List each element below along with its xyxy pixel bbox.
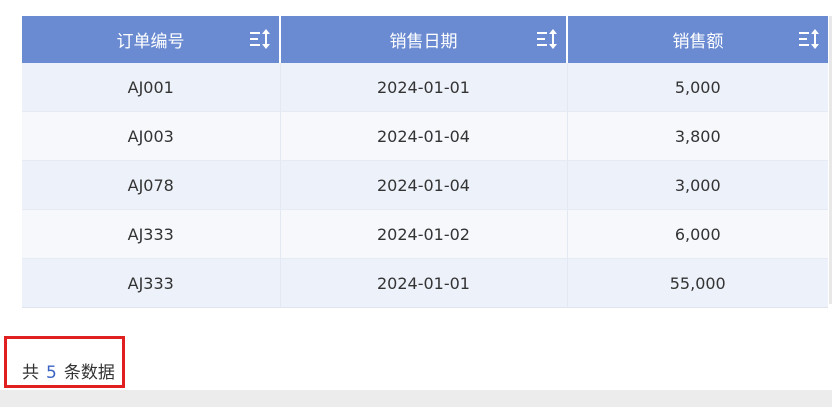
sort-icon[interactable] xyxy=(536,29,558,49)
column-label: 销售额 xyxy=(672,32,724,52)
cell-order-id: AJ078 xyxy=(22,160,281,210)
cell-sale-date: 2024-01-04 xyxy=(280,160,568,210)
cell-sales-amount: 3,000 xyxy=(567,160,828,210)
cell-sales-amount: 5,000 xyxy=(567,63,828,112)
table-row[interactable]: AJ003 2024-01-04 3,800 xyxy=(22,111,828,161)
sort-icon[interactable] xyxy=(249,29,271,49)
cell-sales-amount: 3,800 xyxy=(567,111,828,161)
table-row[interactable]: AJ333 2024-01-01 55,000 xyxy=(22,258,828,308)
cell-sale-date: 2024-01-01 xyxy=(280,258,568,308)
cell-order-id: AJ333 xyxy=(22,209,281,259)
column-header-sale-date[interactable]: 销售日期 xyxy=(280,16,568,63)
cell-sale-date: 2024-01-02 xyxy=(280,209,568,259)
table-row[interactable]: AJ001 2024-01-01 5,000 xyxy=(22,63,828,112)
horizontal-scrollbar-track[interactable] xyxy=(0,390,832,407)
column-header-order-id[interactable]: 订单编号 xyxy=(22,16,281,63)
sort-icon[interactable] xyxy=(798,29,820,49)
page: 订单编号 销售日期 销售额 AJ001 2024-01-01 5,000 AJ0… xyxy=(0,0,832,407)
column-label: 订单编号 xyxy=(116,32,185,52)
record-count-summary: 共 5 条数据 xyxy=(22,358,115,383)
record-count-value: 5 xyxy=(46,363,57,383)
record-count-prefix: 共 xyxy=(22,363,39,383)
cell-order-id: AJ001 xyxy=(22,63,281,112)
column-header-sales-amount[interactable]: 销售额 xyxy=(567,16,828,63)
column-label: 销售日期 xyxy=(389,32,458,52)
cell-order-id: AJ003 xyxy=(22,111,281,161)
table-row[interactable]: AJ078 2024-01-04 3,000 xyxy=(22,160,828,210)
cell-sales-amount: 6,000 xyxy=(567,209,828,259)
table-row[interactable]: AJ333 2024-01-02 6,000 xyxy=(22,209,828,259)
cell-order-id: AJ333 xyxy=(22,258,281,308)
table-header-row: 订单编号 销售日期 销售额 xyxy=(22,16,828,63)
cell-sale-date: 2024-01-04 xyxy=(280,111,568,161)
cell-sale-date: 2024-01-01 xyxy=(280,63,568,112)
sales-table: 订单编号 销售日期 销售额 AJ001 2024-01-01 5,000 AJ0… xyxy=(22,16,828,308)
cell-sales-amount: 55,000 xyxy=(567,258,828,308)
record-count-suffix: 条数据 xyxy=(63,363,115,383)
